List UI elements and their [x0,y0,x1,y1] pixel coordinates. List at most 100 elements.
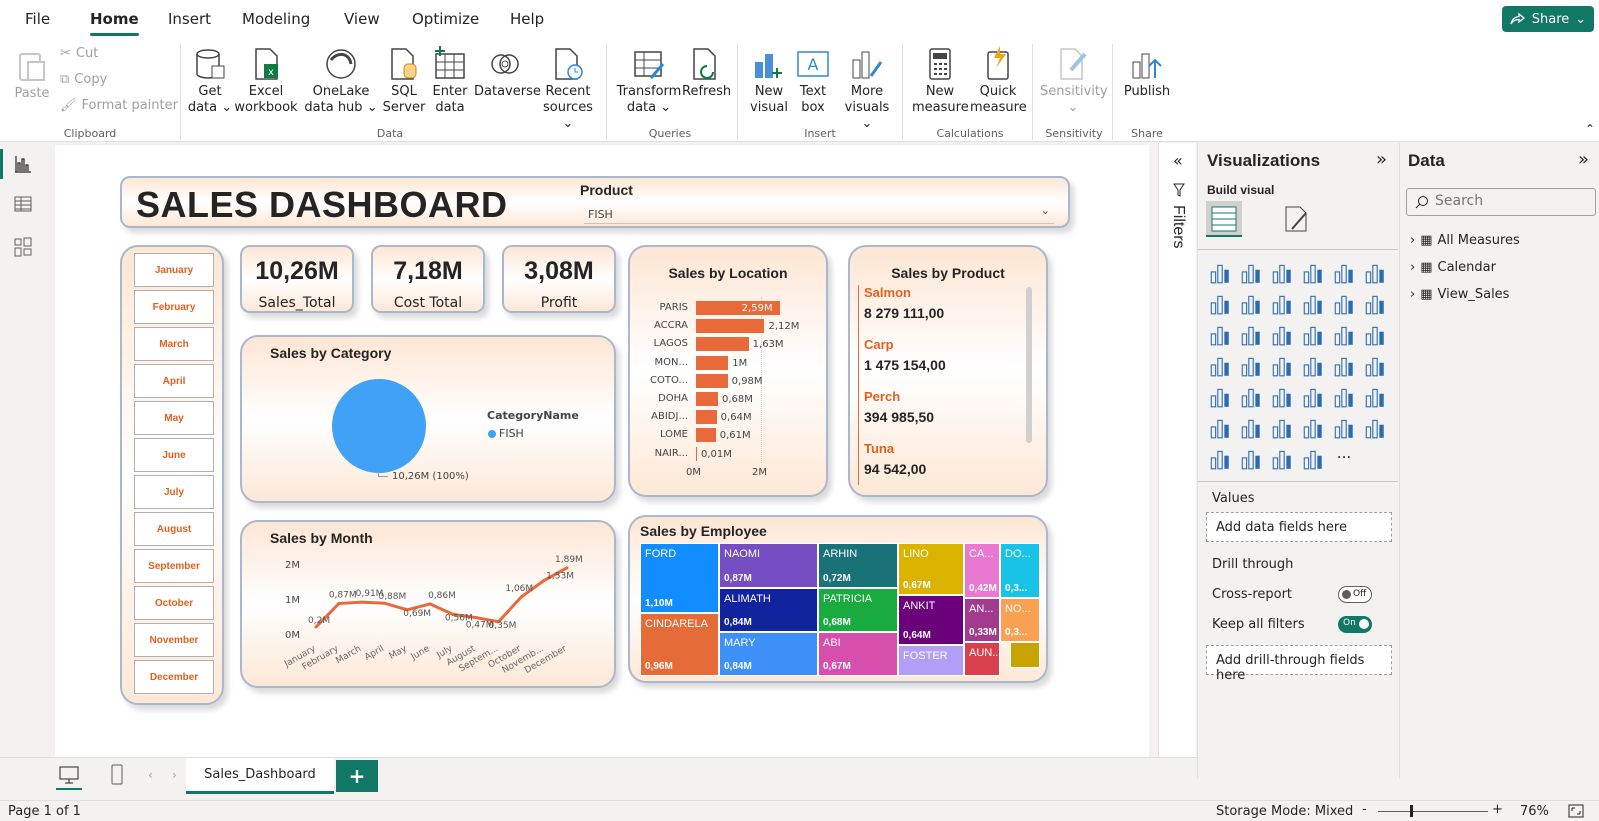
refresh-button[interactable]: Refresh [682,46,731,100]
tab-modeling[interactable]: Modeling [242,10,310,28]
treemap-tile[interactable]: ABI 0,67M [818,632,898,676]
tab-home[interactable]: Home [90,10,139,36]
map-icon[interactable] [1208,354,1232,378]
pie-slice-fish[interactable] [332,379,426,473]
treemap-tile[interactable]: DO... 0,3... [1000,543,1040,598]
line-clustered-icon[interactable] [1332,292,1356,316]
onelake-hub-button[interactable]: OneLake data hub ⌄ [298,46,384,116]
add-page-button[interactable]: + [336,760,378,792]
bar[interactable] [696,355,729,370]
publish-button[interactable]: Publish [1122,46,1172,100]
sql-server-button[interactable]: SQL Server [382,46,426,116]
transform-data-button[interactable]: Transform data ⌄ [614,46,684,116]
kpi-card-cost-total[interactable]: 7,18M Cost Total [371,245,485,313]
card-icon[interactable] [1332,354,1356,378]
treemap-tile[interactable]: PATRICIA 0,68M [818,588,898,632]
month-button-september[interactable]: September [134,549,214,583]
month-button-february[interactable]: February [134,290,214,324]
zoom-out-icon[interactable]: - [1362,802,1367,817]
expand-filters-icon[interactable]: « [1173,151,1183,170]
line-column-icon[interactable] [1301,292,1325,316]
collapse-ribbon-icon[interactable]: ⌃ [1585,122,1595,136]
sensitivity-button[interactable]: Sensitivity ⌄ [1040,46,1108,116]
bar[interactable] [696,319,765,334]
treemap-tile[interactable]: ARHIN 0,72M [818,543,898,588]
waterfall-icon[interactable] [1208,323,1232,347]
treemap-tile[interactable]: CA... 0,42M [964,543,1000,598]
treemap-tile[interactable]: LINO 0,67M [898,543,964,595]
collapse-pane-icon[interactable]: » [1376,149,1387,170]
data-tree-item[interactable]: › ▦ Calendar [1410,260,1496,275]
add-drill-through-well[interactable]: Add drill-through fields here [1206,645,1392,683]
treemap-tile[interactable]: AN... 0,33M [964,598,1000,642]
filters-pane[interactable]: « Filters [1158,143,1196,779]
bar[interactable] [696,446,697,461]
month-button-march[interactable]: March [134,327,214,361]
treemap-icon[interactable] [1363,323,1387,347]
month-button-november[interactable]: November [134,623,214,657]
slicer-icon[interactable] [1239,385,1263,409]
paginated-icon[interactable] [1363,416,1387,440]
month-button-october[interactable]: October [134,586,214,620]
month-button-july[interactable]: July [134,475,214,509]
stacked-column-icon[interactable] [1239,261,1263,285]
zoom-slider[interactable] [1378,811,1488,812]
scatter-icon[interactable] [1270,323,1294,347]
text-box-button[interactable]: A Text box [794,46,832,116]
cross-report-toggle[interactable]: Off [1338,586,1372,603]
treemap-tile[interactable]: CINDARELA 0,96M [640,613,719,676]
treemap-tile[interactable]: FOSTER [898,645,964,676]
donut-icon[interactable] [1332,323,1356,347]
treemap-tile[interactable]: AUN... [964,642,1000,676]
recent-sources-button[interactable]: Recent sources ⌄ [538,46,598,132]
month-button-august[interactable]: August [134,512,214,546]
desktop-layout-button[interactable] [56,764,82,790]
ribbon-icon[interactable] [1363,292,1387,316]
100-bar-icon[interactable] [1332,261,1356,285]
area-icon[interactable] [1239,292,1263,316]
qa-icon[interactable] [1270,416,1294,440]
more-2-icon[interactable] [1301,447,1325,471]
treemap-tile[interactable]: MARY 0,84M [719,632,818,676]
tab-file[interactable]: File [25,10,50,28]
tab-help[interactable]: Help [510,10,544,28]
next-page-icon[interactable]: › [172,768,177,782]
multi-row-card-icon[interactable] [1363,354,1387,378]
tab-view[interactable]: View [344,10,380,28]
table-icon[interactable] [1270,385,1294,409]
format-visual-tab[interactable] [1280,203,1312,238]
data-tree-item[interactable]: › ▦ View_Sales [1410,287,1509,302]
new-visual-button[interactable]: New visual [748,46,790,116]
bar[interactable] [696,337,749,352]
line-icon[interactable] [1208,292,1232,316]
dataverse-button[interactable]: Dataverse [474,46,541,100]
keep-filters-toggle[interactable]: On [1338,616,1372,633]
month-button-january[interactable]: January [134,253,214,287]
bar[interactable] [696,428,716,443]
fit-to-page-icon[interactable] [1568,804,1584,818]
gauge-icon[interactable] [1301,354,1325,378]
excel-workbook-button[interactable]: x Excel workbook [234,46,298,116]
pie-icon[interactable] [1301,323,1325,347]
quick-measure-button[interactable]: Quick measure [970,46,1027,116]
100-column-icon[interactable] [1363,261,1387,285]
model-view-icon[interactable] [14,237,32,257]
share-button[interactable]: Share ⌄ [1502,6,1594,32]
treemap-tile[interactable]: NO... 0,3... [1000,598,1040,642]
month-button-may[interactable]: May [134,401,214,435]
r-visual-icon[interactable] [1332,385,1356,409]
get-data-button[interactable]: Get data ⌄ [186,46,234,116]
search-box[interactable] [1406,188,1596,216]
tab-optimize[interactable]: Optimize [412,10,479,28]
legend-item[interactable]: FISH [488,427,524,440]
report-view-icon[interactable] [14,155,32,173]
python-visual-icon[interactable] [1363,385,1387,409]
enter-data-button[interactable]: Enter data [428,46,472,116]
build-visual-tab[interactable] [1206,201,1242,237]
prev-page-icon[interactable]: ‹ [148,768,153,782]
collapse-pane-icon[interactable]: » [1578,149,1589,170]
more-icon[interactable]: ··· [1332,447,1356,471]
copy-button[interactable]: ⧉ Copy [60,72,107,87]
new-measure-button[interactable]: New measure [912,46,969,116]
month-button-december[interactable]: December [134,660,214,694]
